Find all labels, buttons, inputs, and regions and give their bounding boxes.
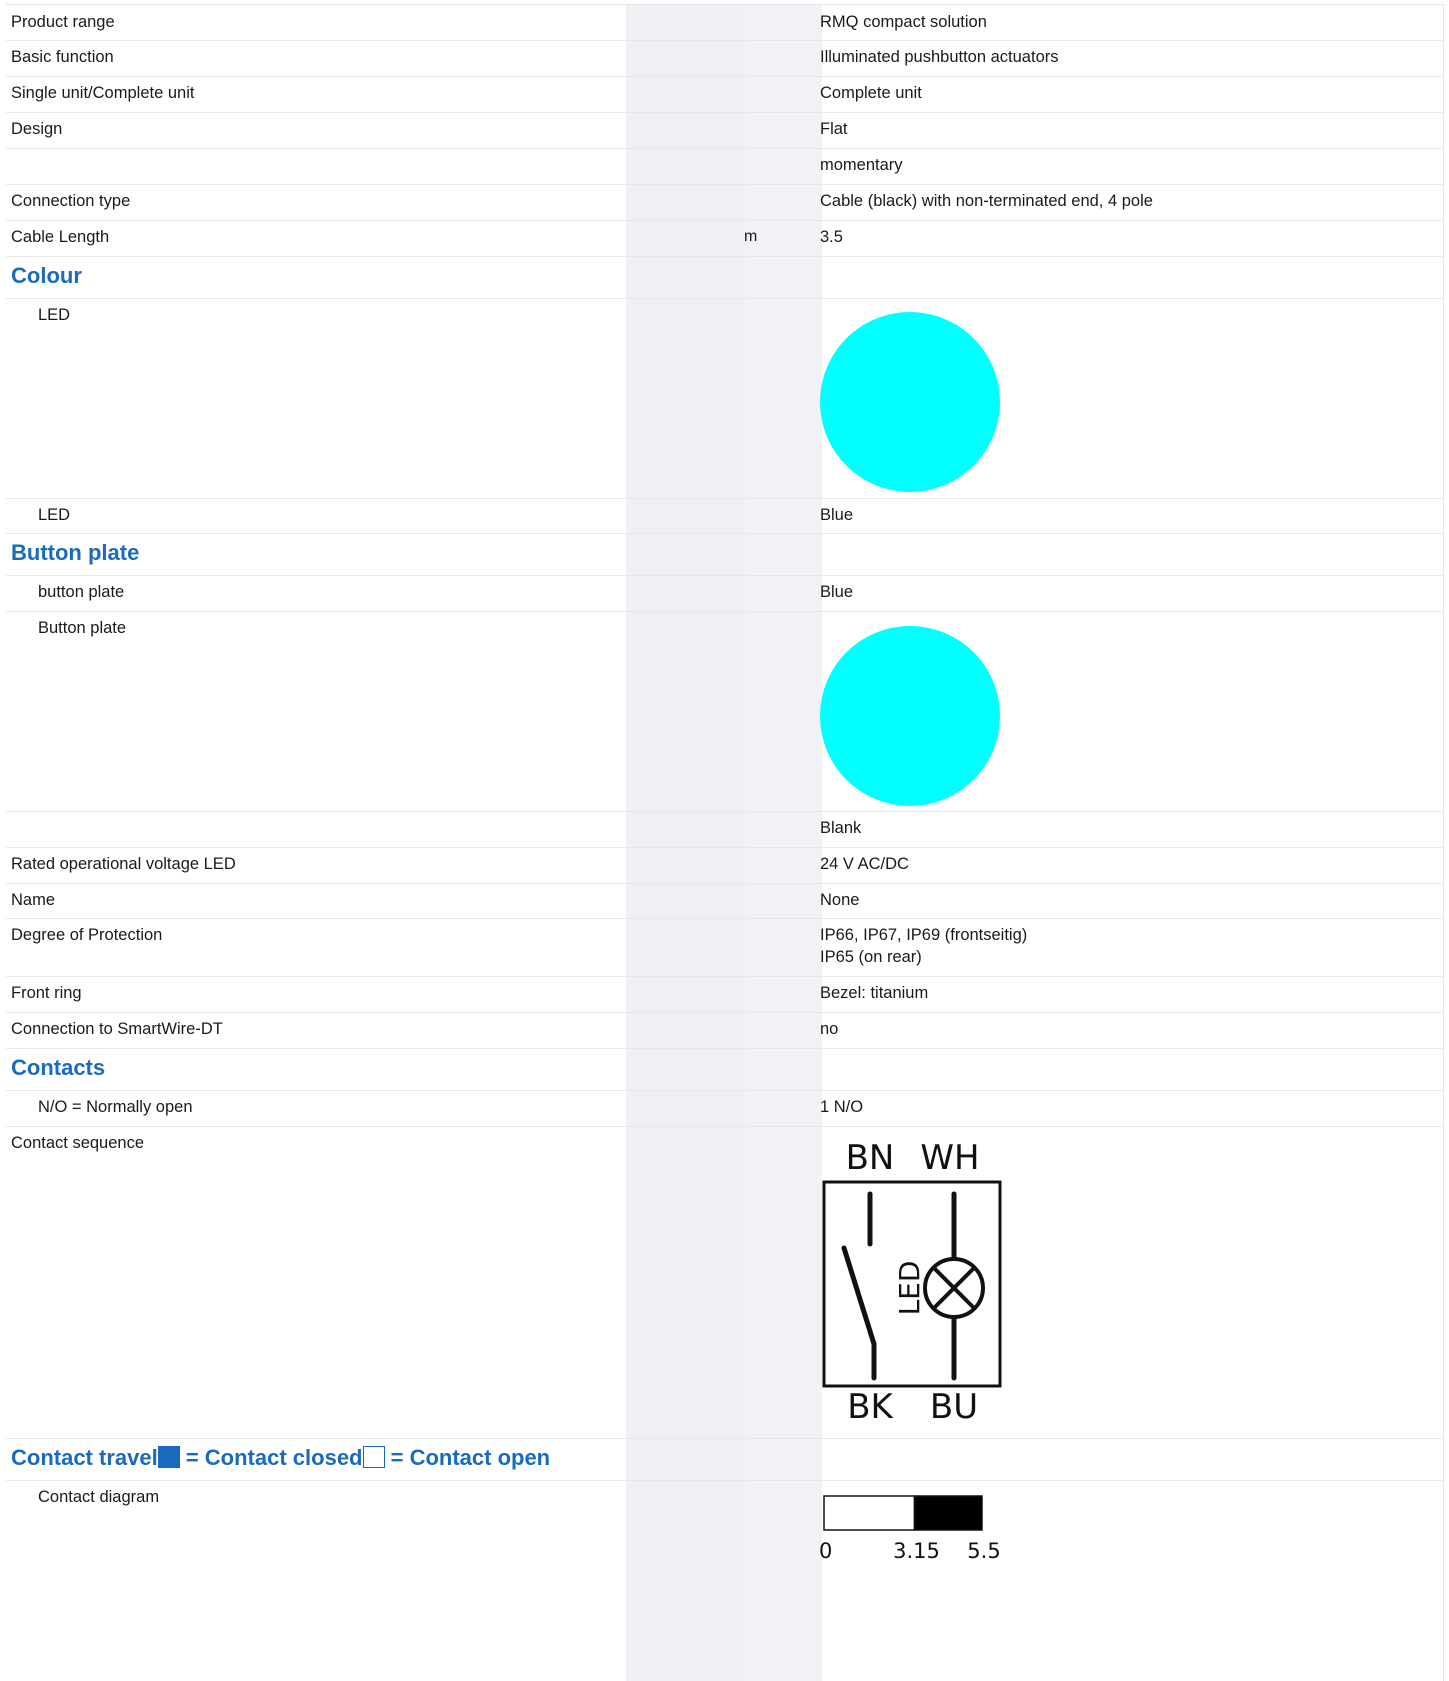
label: button plate	[38, 583, 125, 601]
section-colour: Colour	[6, 256, 1443, 299]
label: Basic function	[11, 48, 114, 66]
row-single-complete: Single unit/Complete unit Complete unit	[6, 76, 1443, 113]
label: Product range	[11, 13, 115, 31]
row-name: Name None	[6, 883, 1443, 919]
value: Blank	[820, 819, 862, 837]
travel-heading-a: Contact travel	[11, 1445, 158, 1470]
value: RMQ compact solution	[820, 13, 987, 31]
label: LED	[38, 306, 71, 324]
value: Flat	[820, 120, 848, 138]
label: Button plate	[38, 619, 127, 637]
lamp-label: LED	[893, 1261, 926, 1316]
label: Degree of Protection	[11, 926, 163, 944]
travel-tick-0: 0	[819, 1539, 832, 1563]
label: Connection to SmartWire-DT	[11, 1020, 223, 1038]
row-no-contacts: N/O = Normally open 1 N/O	[6, 1090, 1443, 1127]
label: Connection type	[11, 192, 131, 210]
value: 3.5	[820, 228, 843, 246]
contact-travel-diagram: 0 3.15 5.5	[819, 1495, 1001, 1563]
wire-label-bu: BU	[930, 1387, 978, 1426]
row-button-plate-swatch: Button plate	[6, 611, 1443, 812]
row-front-ring: Front ring Bezel: titanium	[6, 976, 1443, 1013]
value: Blue	[820, 583, 854, 601]
value: IP66, IP67, IP69 (frontseitig) IP65 (on …	[820, 926, 1028, 966]
wire-label-wh: WH	[920, 1138, 979, 1178]
value: no	[820, 1020, 839, 1038]
row-rated-voltage: Rated operational voltage LED 24 V AC/DC	[6, 847, 1443, 884]
row-button-plate-colour: button plate Blue	[6, 575, 1443, 612]
wiring-diagram: BN WH LED BK BU	[822, 1138, 1002, 1426]
contact-open-key-icon	[362, 1446, 385, 1468]
led-colour-swatch	[820, 312, 1000, 492]
row-product-range: Product range RMQ compact solution	[6, 5, 1443, 41]
value: Bezel: titanium	[820, 984, 929, 1002]
row-cable-length: Cable Length m 3.5	[6, 220, 1443, 257]
section-heading: Button plate	[11, 540, 140, 565]
row-basic-function: Basic function Illuminated pushbutton ac…	[6, 40, 1443, 77]
travel-open-segment	[823, 1495, 916, 1531]
travel-tick-1: 3.15	[893, 1539, 940, 1563]
row-design-extra: momentary	[6, 148, 1443, 185]
row-contact-sequence: Contact sequence BN WH LED BK BU	[6, 1126, 1443, 1439]
contact-closed-key-icon	[157, 1446, 180, 1468]
section-button-plate: Button plate	[6, 533, 1443, 576]
label: Single unit/Complete unit	[11, 84, 195, 102]
label: Design	[11, 120, 63, 138]
value: Complete unit	[820, 84, 922, 102]
wire-label-bn: BN	[846, 1138, 895, 1178]
button-plate-colour-swatch	[820, 626, 1000, 806]
label: Contact diagram	[38, 1488, 160, 1506]
section-contact-travel: Contact travel = Contact closed = Contac…	[6, 1438, 1443, 1481]
travel-closed-segment	[913, 1495, 983, 1531]
label: Cable Length	[11, 228, 110, 246]
row-contact-diagram: Contact diagram 0 3.15 5.5	[6, 1480, 1443, 1680]
unit: m	[744, 228, 758, 245]
row-protection: Degree of Protection IP66, IP67, IP69 (f…	[6, 918, 1443, 977]
row-button-plate-blank: Blank	[6, 811, 1443, 848]
label: Contact sequence	[11, 1134, 145, 1152]
section-heading-travel: Contact travel = Contact closed = Contac…	[11, 1438, 550, 1472]
datasheet-table: Product range RMQ compact solution Basic…	[6, 4, 1444, 1681]
section-contacts: Contacts	[6, 1048, 1443, 1091]
row-led-swatch: LED	[6, 298, 1443, 499]
label: Rated operational voltage LED	[11, 855, 236, 873]
row-led-colour: LED Blue	[6, 498, 1443, 534]
travel-heading-b: = Contact closed	[179, 1445, 363, 1470]
switch-blade	[841, 1245, 877, 1347]
value: Cable (black) with non-terminated end, 4…	[820, 192, 1153, 210]
value: 24 V AC/DC	[820, 855, 909, 873]
label: Name	[11, 891, 56, 909]
value: Blue	[820, 506, 854, 524]
value: None	[820, 891, 860, 909]
value: momentary	[820, 156, 903, 174]
travel-tick-2: 5.5	[967, 1539, 1000, 1563]
section-heading: Contacts	[11, 1055, 106, 1080]
label: N/O = Normally open	[38, 1098, 193, 1116]
label: Front ring	[11, 984, 82, 1002]
travel-heading-c: = Contact open	[384, 1445, 551, 1470]
value: 1 N/O	[820, 1098, 864, 1116]
row-connection-type: Connection type Cable (black) with non-t…	[6, 184, 1443, 221]
wire-label-bk: BK	[847, 1387, 894, 1426]
row-design: Design Flat	[6, 112, 1443, 149]
value: Illuminated pushbutton actuators	[820, 48, 1059, 66]
label: LED	[38, 506, 71, 524]
row-smartwire: Connection to SmartWire-DT no	[6, 1012, 1443, 1049]
section-heading: Colour	[11, 263, 82, 288]
